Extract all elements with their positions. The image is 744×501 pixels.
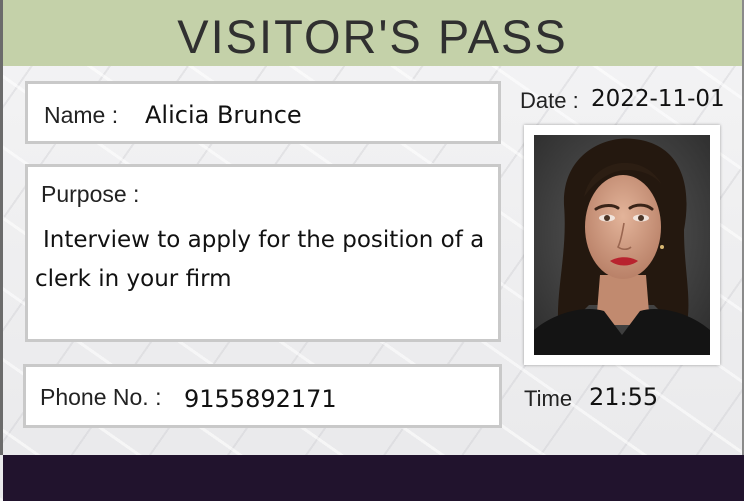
purpose-field: Purpose : Interview to apply for the pos…	[25, 164, 501, 342]
portrait-illustration	[534, 135, 710, 355]
card-left-edge	[0, 0, 3, 455]
pass-title: VISITOR'S PASS	[177, 9, 568, 63]
time-label: Time	[524, 386, 573, 411]
phone-value: 9155892171	[184, 385, 337, 413]
date-label: Date :	[520, 88, 579, 113]
name-value: Alicia Brunce	[145, 101, 302, 129]
visitor-pass-card: VISITOR'S PASS Name : Alicia Brunce Purp…	[0, 0, 744, 501]
date-value: 2022-11-01	[591, 86, 725, 112]
purpose-value: Interview to apply for the position of a…	[35, 227, 485, 292]
name-label: Name :	[44, 102, 119, 128]
purpose-label: Purpose :	[41, 181, 140, 207]
time-value: 21:55	[589, 383, 659, 411]
visitor-photo-frame	[524, 125, 720, 365]
phone-label: Phone No. :	[40, 384, 162, 410]
name-field: Name : Alicia Brunce	[25, 81, 501, 144]
footer-bar	[3, 455, 744, 501]
header-bar: VISITOR'S PASS	[3, 0, 742, 66]
phone-field: Phone No. : 9155892171	[23, 364, 502, 428]
visitor-photo	[534, 135, 710, 355]
